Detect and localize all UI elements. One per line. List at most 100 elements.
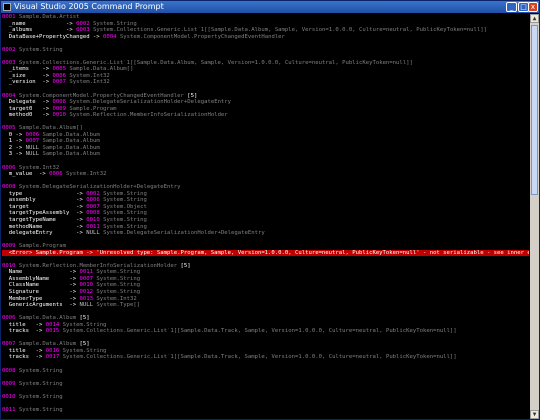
console-segment-arr: -> [15, 131, 26, 138]
scroll-up-arrow-icon[interactable]: ▲ [530, 14, 539, 23]
console-segment-typ: System.String [92, 275, 141, 282]
console-segment-arr: -> [35, 171, 50, 178]
console-segment-arr: -> [15, 138, 26, 145]
console-segment-fld: Delegate [2, 99, 40, 106]
console-segment-ptr: 0010 [52, 112, 67, 119]
console-segment-fld: [5] [76, 315, 90, 322]
console-segment-ptr: 0015 [45, 328, 60, 335]
console-segment-typ: System.String [15, 46, 63, 53]
console-segment-fld: 1 [2, 138, 16, 145]
console-segment-typ: System.String [92, 282, 141, 289]
console-segment-typ: System.Object [99, 203, 147, 210]
console-segment-addr: 0001 [2, 14, 16, 20]
console-segment-arr: -> [62, 20, 77, 27]
console-segment-ptr: 0014 [45, 321, 60, 328]
console-segment-arr: -> [32, 354, 46, 361]
console-segment-ptr: 0010 [86, 216, 100, 223]
console-segment-arr: -> [39, 112, 53, 119]
console-segment-typ: System.Collections.Generic.List`1[[Sampl… [59, 354, 457, 361]
console-segment-typ: System.Int32 [92, 295, 137, 302]
console-segment-typ: Sample.Data.Album[] [15, 125, 83, 132]
console-segment-ptr: 0006 [49, 171, 63, 178]
console-segment-fld: targetTypeAssembly [2, 210, 73, 217]
console-segment-typ: System.Collections.Generic.List`1[[Sampl… [89, 27, 487, 34]
console-segment-arr: -> [72, 210, 87, 217]
console-segment-ptr: 0006 [86, 197, 100, 204]
console-segment-addr: 0006 [2, 164, 16, 171]
console-segment-arr: -> [72, 190, 87, 197]
console-segment-fld: assembly [2, 197, 73, 204]
console-segment-fld: delegateEntry [2, 230, 73, 237]
console-segment-fld: methodName [2, 223, 73, 230]
console-segment-typ: System.Int32 [15, 164, 60, 171]
console-segment-arr: -> [66, 282, 80, 289]
console-segment-typ: System.String [15, 406, 63, 413]
scroll-down-arrow-icon[interactable]: ▼ [530, 410, 539, 419]
console-segment-ptr: 0008 [52, 99, 67, 106]
console-segment-typ: System.Int32 [66, 72, 110, 79]
console-segment-ptr: 0007 [52, 79, 67, 86]
console-segment-fld: <Error> Sample.Program -> 'Unresolved ty… [2, 249, 529, 256]
console-segment-ptr: 0009 [52, 105, 67, 112]
console-segment-fld: m_value [2, 171, 36, 178]
console-segment-fld: _size [2, 72, 40, 79]
console-segment-fld: method0 [2, 112, 40, 119]
console-segment-typ: System.String [99, 216, 147, 223]
close-button[interactable]: x [528, 2, 538, 12]
console-segment-ptr: 0007 [79, 275, 93, 282]
console-segment-typ: System.String [99, 223, 147, 230]
console-segment-ptr: 0017 [45, 354, 60, 361]
console-segment-typ: System.String [92, 288, 141, 295]
console-segment-typ: System.String [15, 367, 63, 374]
console-segment-null: NULL [25, 144, 40, 151]
console-segment-typ: System.String [89, 20, 137, 27]
console-segment-ptr: 0003 [76, 27, 90, 34]
console-segment-arr: -> [15, 151, 26, 158]
console-segment-typ: System.Int32 [62, 171, 107, 178]
console-segment-ptr: 0012 [79, 288, 93, 295]
console-segment-typ: System.Reflection.MemberInfoSerializatio… [66, 112, 228, 119]
console-segment-typ: System.DelegateSerializationHolder+Deleg… [99, 230, 265, 237]
console-segment-typ: System.String [99, 210, 147, 217]
console-segment-arr: -> [72, 223, 87, 230]
console-segment-arr: -> [66, 288, 80, 295]
console-segment-arr: -> [39, 79, 53, 86]
console-segment-fld: 0 [2, 131, 16, 138]
console-segment-ptr: 0006 [25, 131, 40, 138]
console-segment-addr: 0004 [2, 92, 16, 99]
console-segment-arr: -> [39, 99, 53, 106]
console-segment-fld: type [2, 190, 73, 197]
console-output[interactable]: 0001 Sample.Data.Artist _name -> 0002 Sy… [2, 14, 529, 419]
console-segment-null: NULL [86, 230, 100, 237]
console-segment-ptr: 0005 [52, 66, 67, 73]
console-segment-typ: System.Int32 [66, 79, 110, 86]
console-segment-fld: [5] [76, 341, 90, 348]
console-segment-arr: -> [39, 105, 53, 112]
console-segment-fld: _version [2, 79, 40, 86]
console-segment-typ: System.String [59, 321, 107, 328]
console-segment-typ: System.ComponentModel.PropertyChangedEve… [116, 33, 285, 40]
console-segment-arr: -> [32, 347, 46, 354]
console-segment-ptr: 0007 [86, 203, 100, 210]
console-segment-arr: -> [72, 216, 87, 223]
console-segment-addr: 0002 [2, 46, 16, 53]
console-segment-typ: System.Reflection.MemberInfoSerializatio… [15, 262, 178, 269]
console-segment-fld: Signature [2, 288, 66, 295]
minimize-button[interactable]: _ [506, 2, 517, 12]
console-segment-fld: tracks [2, 354, 33, 361]
console-segment-arr: -> [72, 203, 87, 210]
console-segment-addr: 0006 [2, 315, 16, 322]
console-segment-typ: Sample.Data.Album [39, 151, 100, 158]
console-segment-fld: target0 [2, 105, 40, 112]
console-segment-fld: title [2, 347, 33, 354]
console-segment-ptr: 0002 [76, 20, 90, 27]
console-segment-typ: Sample.Data.Album [39, 131, 100, 138]
console-segment-typ: System.String [15, 380, 63, 387]
vertical-scrollbar[interactable]: ▲ ▼ [530, 14, 539, 419]
title-bar[interactable]: Visual Studio 2005 Command Prompt _ □ x [1, 1, 539, 13]
scroll-thumb[interactable] [531, 25, 538, 195]
console-segment-fld: 2 [2, 144, 16, 151]
console-segment-typ: Sample.Data.Album[] [66, 66, 134, 73]
console-segment-typ: System.Type[] [92, 302, 141, 309]
console-segment-typ: System.DelegateSerializationHolder+Deleg… [66, 99, 232, 106]
